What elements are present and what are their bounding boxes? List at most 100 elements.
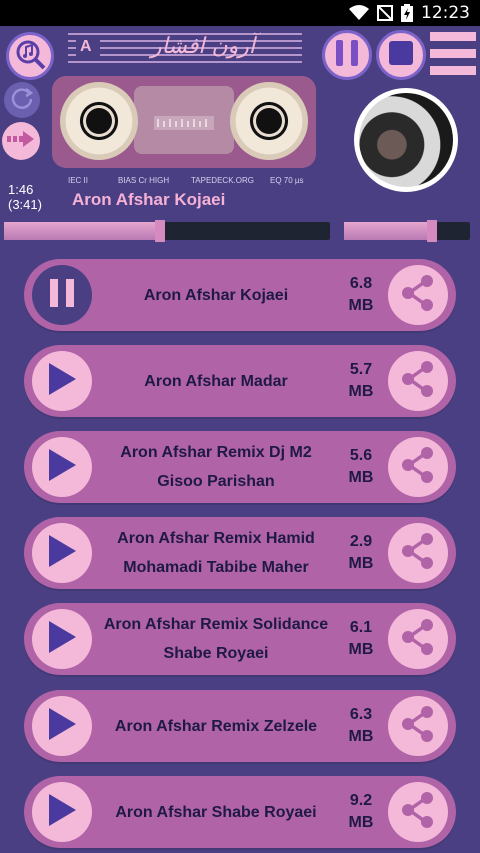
music-search-icon (13, 37, 47, 75)
file-size-unit: MB (348, 297, 374, 314)
track-file-size: 2.9 MB (344, 531, 378, 575)
time-display: 1:46 (3:41) (8, 182, 42, 212)
track-file-size: 6.1 MB (344, 617, 378, 661)
left-reel (60, 82, 138, 160)
share-button[interactable] (388, 696, 448, 756)
tape-label-eq: EQ 70 µs (270, 176, 304, 185)
track-title-line: Shabe Royaei (163, 645, 269, 662)
track-title: Aron Afshar Remix Hamid Mohamadi Tabibe M… (96, 517, 336, 589)
track-play-button[interactable] (32, 437, 92, 497)
total-duration: (3:41) (8, 197, 42, 212)
file-size-unit: MB (348, 469, 374, 486)
no-signal-icon (377, 5, 393, 21)
share-button[interactable] (388, 351, 448, 411)
share-icon (400, 445, 436, 489)
track-title: Aron Afshar Remix Zelzele (96, 690, 336, 762)
cassette-side-label: A (80, 38, 92, 55)
next-button[interactable] (2, 122, 40, 160)
tape-label-bias: BIAS Cr HIGH (118, 176, 170, 185)
track-play-button[interactable] (32, 782, 92, 842)
track-file-size: 6.8 MB (344, 273, 378, 317)
battery-charging-icon (401, 4, 413, 22)
seek-thumb[interactable] (155, 220, 166, 242)
file-size-unit: MB (348, 555, 374, 572)
file-size-value: 6.1 (349, 619, 373, 636)
track-play-button[interactable] (32, 609, 92, 669)
track-title: Aron Afshar Madar (96, 345, 336, 417)
stop-icon (387, 39, 415, 71)
repeat-icon (9, 85, 35, 115)
track-title-line: Aron Afshar Shabe Royaei (115, 803, 317, 821)
share-button[interactable] (388, 782, 448, 842)
status-time: 12:23 (421, 3, 470, 23)
tape-label-iec: IEC II (68, 176, 89, 185)
volume-thumb[interactable] (427, 220, 438, 242)
arrow-right-icon (7, 129, 35, 153)
tape-label-site: TAPEDECK.ORG (191, 176, 254, 185)
play-icon (46, 706, 78, 746)
track-title-line: Aron Afshar Madar (144, 372, 288, 390)
elapsed-time: 1:46 (8, 182, 34, 197)
file-size-value: 2.9 (349, 533, 373, 550)
track-row[interactable]: Aron Afshar Remix Zelzele 6.3 MB (24, 690, 456, 762)
pause-icon (334, 38, 360, 72)
file-size-unit: MB (348, 641, 374, 658)
track-pause-button[interactable] (32, 265, 92, 325)
seek-fill (4, 222, 161, 240)
play-icon (46, 792, 78, 832)
track-title: Aron Afshar Shabe Royaei (96, 776, 336, 848)
track-title: Aron Afshar Kojaei (96, 259, 336, 331)
track-title-line: Aron Afshar Remix Zelzele (114, 717, 318, 735)
track-file-size: 5.6 MB (344, 445, 378, 489)
play-icon (46, 619, 78, 659)
album-art (354, 88, 458, 192)
track-play-button[interactable] (32, 523, 92, 583)
play-icon (46, 533, 78, 573)
share-icon (400, 704, 436, 748)
wifi-icon (349, 5, 369, 21)
share-button[interactable] (388, 437, 448, 497)
track-play-button[interactable] (32, 351, 92, 411)
track-row[interactable]: Aron Afshar Remix Dj M2 Gisoo Parishan 5.6… (24, 431, 456, 503)
share-icon (400, 790, 436, 834)
share-icon (400, 273, 436, 317)
track-play-button[interactable] (32, 696, 92, 756)
album-art-image (359, 93, 453, 187)
file-size-value: 5.6 (349, 447, 373, 464)
track-title-line: Aron Afshar Remix Hamid (117, 530, 315, 547)
menu-icon (430, 32, 476, 82)
track-title-line: Aron Afshar Kojaei (143, 286, 289, 304)
file-size-value: 6.3 (349, 706, 373, 723)
share-button[interactable] (388, 609, 448, 669)
seek-bar[interactable] (4, 220, 330, 242)
share-button[interactable] (388, 265, 448, 325)
header-pause-button[interactable] (322, 30, 372, 80)
pause-icon (47, 277, 77, 313)
menu-button[interactable] (430, 30, 476, 78)
file-size-value: 9.2 (349, 792, 373, 809)
share-button[interactable] (388, 523, 448, 583)
right-reel (230, 82, 308, 160)
app-logo: A آرون افشار (68, 30, 302, 68)
track-title-line: Mohamadi Tabibe Maher (123, 559, 309, 576)
player-header: A آرون افشار IEC II BIAS Cr HIGH TAPEDEC… (0, 26, 480, 244)
file-size-unit: MB (348, 814, 374, 831)
track-file-size: 6.3 MB (344, 704, 378, 748)
track-row[interactable]: Aron Afshar Madar 5.7 MB (24, 345, 456, 417)
play-icon (46, 447, 78, 487)
play-icon (46, 361, 78, 401)
file-size-unit: MB (348, 383, 374, 400)
file-size-value: 5.7 (349, 361, 373, 378)
track-row[interactable]: Aron Afshar Shabe Royaei 9.2 MB (24, 776, 456, 848)
track-title-line: Aron Afshar Remix Solidance (103, 616, 329, 633)
track-file-size: 5.7 MB (344, 359, 378, 403)
now-playing-title: Aron Afshar Kojaei (72, 190, 226, 209)
file-size-value: 6.8 (349, 275, 373, 292)
library-search-button[interactable] (6, 32, 54, 80)
track-row[interactable]: Aron Afshar Remix Solidance Shabe Royaei 6… (24, 603, 456, 675)
repeat-button[interactable] (4, 82, 40, 118)
stop-button[interactable] (376, 30, 426, 80)
volume-bar[interactable] (344, 220, 470, 242)
track-row[interactable]: Aron Afshar Kojaei 6.8 MB (24, 259, 456, 331)
track-row[interactable]: Aron Afshar Remix Hamid Mohamadi Tabibe M… (24, 517, 456, 589)
